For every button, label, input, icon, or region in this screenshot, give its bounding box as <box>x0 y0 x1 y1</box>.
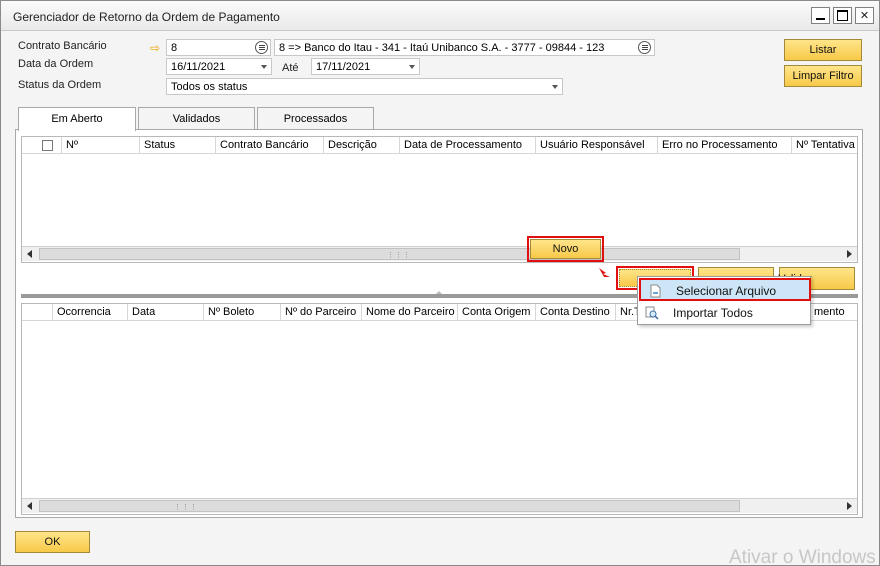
close-button[interactable]: ✕ <box>855 7 874 24</box>
column-header[interactable]: Data <box>128 304 204 321</box>
menu-item-label: Selecionar Arquivo <box>676 284 777 298</box>
column-header[interactable]: Ocorrencia <box>53 304 128 321</box>
column-header[interactable]: Descrição <box>324 137 400 154</box>
grip-icon: ⋮⋮⋮ <box>174 504 198 511</box>
horizontal-scrollbar[interactable]: ⋮⋮⋮ <box>22 498 857 513</box>
title-bar: Gerenciador de Retorno da Ordem de Pagam… <box>1 1 879 31</box>
chevron-up-icon[interactable] <box>436 291 442 294</box>
column-header[interactable]: Conta Destino <box>536 304 616 321</box>
contrato-label: Contrato Bancário <box>18 40 107 52</box>
row-header-column <box>22 304 53 321</box>
contrato-value: 8 <box>171 42 178 54</box>
ate-label: Até <box>282 62 299 74</box>
column-header[interactable]: Usuário Responsável <box>536 137 658 154</box>
scroll-right-icon[interactable] <box>847 502 852 510</box>
select-all-checkbox[interactable] <box>42 140 53 151</box>
file-icon <box>650 284 661 298</box>
limpar-filtro-button[interactable]: Limpar Filtro <box>784 65 862 87</box>
column-header[interactable]: Nº <box>62 137 140 154</box>
select-all-column <box>22 137 62 154</box>
grip-icon: ⋮⋮⋮ <box>387 252 411 259</box>
column-header[interactable]: Conta Origem <box>458 304 536 321</box>
link-arrow-icon[interactable]: ⇨ <box>150 41 160 55</box>
chevron-down-icon <box>261 65 267 69</box>
contrato-list-button[interactable] <box>255 41 268 54</box>
menu-item-importar-todos[interactable]: Importar Todos <box>638 302 810 325</box>
column-header[interactable]: Nº Boleto <box>204 304 281 321</box>
tab-processados[interactable]: Processados <box>257 107 374 130</box>
menu-item-label: Importar Todos <box>673 306 753 320</box>
scroll-right-icon[interactable] <box>847 250 852 258</box>
tab-em-aberto[interactable]: Em Aberto <box>18 107 136 131</box>
column-header[interactable]: Nº do Parceiro <box>281 304 362 321</box>
scroll-left-icon[interactable] <box>27 250 32 258</box>
menu-item-selecionar-arquivo[interactable]: Selecionar Arquivo <box>639 278 811 301</box>
status-label: Status da Ordem <box>18 79 102 91</box>
chevron-down-icon <box>409 65 415 69</box>
contrato-desc-list-button[interactable] <box>638 41 651 54</box>
retorno-grid[interactable]: Ocorrencia Data Nº Boleto Nº do Parceiro… <box>21 303 858 515</box>
chevron-down-icon <box>552 85 558 89</box>
maximize-button[interactable] <box>833 7 852 24</box>
tab-validados[interactable]: Validados <box>138 107 255 130</box>
column-header[interactable]: mento <box>810 304 857 321</box>
status-select[interactable]: Todos os status <box>166 78 563 95</box>
listar-button[interactable]: Listar <box>784 39 862 61</box>
column-header[interactable]: Nome do Parceiro <box>362 304 458 321</box>
main-window: Gerenciador de Retorno da Ordem de Pagam… <box>0 0 880 566</box>
contrato-desc: 8 => Banco do Itau - 341 - Itaú Unibanco… <box>279 42 605 54</box>
context-menu: Selecionar Arquivo Importar Todos <box>637 276 811 325</box>
minimize-button[interactable] <box>811 7 830 24</box>
data-to-field[interactable]: 17/11/2021 <box>311 58 420 75</box>
ok-button[interactable]: OK <box>15 531 90 553</box>
column-header[interactable]: Status <box>140 137 216 154</box>
column-header[interactable]: Data de Processamento <box>400 137 536 154</box>
column-header[interactable]: Nº Tentativa <box>792 137 857 154</box>
ordens-grid[interactable]: Nº Status Contrato Bancário Descrição Da… <box>21 136 858 263</box>
windows-activation-watermark: Ativar o Windows <box>729 547 876 566</box>
data-from-value: 16/11/2021 <box>171 61 226 73</box>
scroll-left-icon[interactable] <box>27 502 32 510</box>
data-label: Data da Ordem <box>18 58 94 70</box>
pointer-arrow-icon <box>599 268 610 277</box>
close-icon: ✕ <box>859 10 870 22</box>
horizontal-scrollbar[interactable]: ⋮⋮⋮ <box>22 246 857 261</box>
data-to-value: 17/11/2021 <box>316 61 371 73</box>
column-header[interactable]: Contrato Bancário <box>216 137 324 154</box>
column-header[interactable]: Erro no Processamento <box>658 137 792 154</box>
novo-button[interactable]: Novo <box>530 239 601 259</box>
scroll-thumb[interactable] <box>39 500 740 512</box>
magnifier-icon <box>645 306 659 320</box>
window-title: Gerenciador de Retorno da Ordem de Pagam… <box>13 10 280 24</box>
status-value: Todos os status <box>171 81 248 93</box>
data-from-field[interactable]: 16/11/2021 <box>166 58 272 75</box>
contrato-desc-field[interactable]: 8 => Banco do Itau - 341 - Itaú Unibanco… <box>274 39 655 56</box>
grid-header: Nº Status Contrato Bancário Descrição Da… <box>22 137 857 154</box>
